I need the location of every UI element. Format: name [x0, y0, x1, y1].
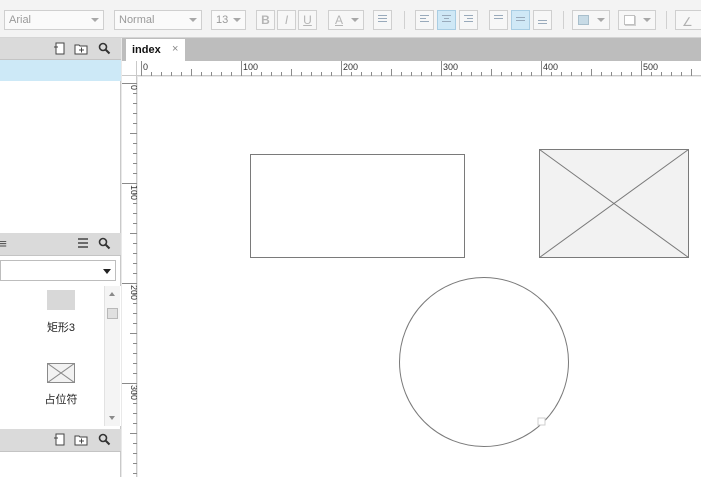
shadow-icon — [624, 15, 635, 25]
italic-button[interactable]: I — [277, 10, 296, 30]
align-middle-icon — [516, 17, 525, 26]
chevron-down-icon — [233, 18, 241, 22]
align-left-icon — [420, 15, 429, 24]
rectangle-thumbnail-icon — [47, 290, 75, 310]
bullet-list-button[interactable] — [373, 10, 392, 30]
align-bottom-icon — [538, 20, 547, 29]
search-icon[interactable] — [97, 42, 111, 56]
style-toolbar: Arial Normal 13 B I U A ∠ — [0, 0, 701, 38]
library-item-rectangle[interactable]: 矩形3 — [36, 290, 86, 335]
ruler-corner — [122, 61, 137, 76]
font-size-select[interactable]: 13 — [211, 10, 246, 30]
placeholder-thumbnail-icon — [47, 363, 75, 383]
chevron-down-icon — [643, 18, 651, 22]
scroll-thumb[interactable] — [107, 308, 118, 319]
tab-label: index — [132, 44, 161, 56]
search-icon[interactable] — [97, 237, 111, 251]
vertical-ruler[interactable]: 0 100 200 300 — [122, 76, 139, 477]
text-color-label: A — [335, 13, 344, 27]
add-page-icon[interactable] — [52, 433, 66, 447]
text-color-button[interactable]: A — [328, 10, 364, 30]
underline-button[interactable]: U — [298, 10, 317, 30]
ruler-label: 100 — [243, 62, 258, 72]
ruler-label: 200 — [129, 285, 137, 300]
ruler-label: 300 — [443, 62, 458, 72]
align-bottom-button[interactable] — [533, 10, 552, 30]
ruler-label: 100 — [129, 185, 137, 200]
left-sidebar: ≡ 矩形3 占位符 — [0, 38, 121, 477]
align-center-button[interactable] — [437, 10, 456, 30]
toolbar-divider — [666, 11, 667, 29]
axure-editor-window: Arial Normal 13 B I U A ∠ ≡ 矩形3 占位符 inde… — [0, 0, 701, 477]
design-canvas[interactable] — [138, 77, 701, 477]
scroll-down-icon[interactable] — [109, 416, 115, 420]
toolbar-divider — [404, 11, 405, 29]
align-top-icon — [494, 15, 503, 24]
menu-icon[interactable]: ≡ — [0, 237, 10, 251]
ruler-label: 400 — [543, 62, 558, 72]
library-item-placeholder[interactable]: 占位符 — [36, 363, 86, 407]
pages-panel-header — [0, 38, 121, 60]
tab-index[interactable]: index × — [125, 38, 186, 61]
canvas-shapes — [250, 149, 689, 447]
add-folder-icon[interactable] — [74, 433, 88, 447]
scroll-up-icon[interactable] — [109, 292, 115, 296]
toolbar-divider — [563, 11, 564, 29]
list-icon — [378, 15, 387, 24]
library-item-label: 矩形3 — [46, 322, 76, 334]
page-tab-bar: index × — [122, 38, 701, 61]
chevron-down-icon — [351, 18, 359, 22]
placeholder-widget[interactable] — [539, 149, 689, 258]
font-style-value: Normal — [119, 14, 155, 26]
outline-panel-header — [0, 429, 121, 452]
widget-library-list: 矩形3 占位符 — [0, 286, 121, 426]
pencil-icon: ∠ — [682, 15, 693, 29]
add-folder-icon[interactable] — [74, 42, 88, 56]
vertical-ruler-ticks: 0 100 200 300 — [122, 83, 139, 474]
close-icon[interactable]: × — [172, 43, 178, 55]
line-color-button[interactable]: ∠ — [675, 10, 701, 30]
shadow-button[interactable] — [618, 10, 656, 30]
horizontal-ruler-ticks: 0 100 200 300 400 500 — [141, 61, 692, 76]
align-center-icon — [442, 15, 451, 24]
ruler-label: 200 — [343, 62, 358, 72]
font-style-select[interactable]: Normal — [114, 10, 202, 30]
selected-page-row[interactable] — [0, 60, 121, 81]
add-page-icon[interactable] — [52, 42, 66, 56]
chevron-down-icon — [597, 18, 605, 22]
library-select[interactable] — [0, 260, 116, 281]
library-item-label: 占位符 — [44, 394, 78, 406]
ruler-label: 0 — [143, 62, 148, 72]
fill-color-button[interactable] — [572, 10, 610, 30]
rectangle-widget[interactable] — [250, 154, 465, 258]
library-scrollbar[interactable] — [104, 286, 120, 426]
chevron-down-icon — [103, 269, 111, 274]
align-top-button[interactable] — [489, 10, 508, 30]
libraries-panel-header: ≡ — [0, 233, 121, 256]
align-right-button[interactable] — [459, 10, 478, 30]
fill-color-icon — [578, 15, 589, 25]
resize-handle[interactable] — [537, 417, 546, 426]
align-left-button[interactable] — [415, 10, 434, 30]
ruler-label: 500 — [643, 62, 658, 72]
menu-icon[interactable] — [76, 237, 90, 251]
ruler-label: 300 — [129, 385, 137, 400]
horizontal-ruler[interactable]: 0 100 200 300 400 500 — [137, 61, 701, 76]
search-icon[interactable] — [97, 433, 111, 447]
font-size-value: 13 — [216, 14, 229, 26]
ruler-label: 0 — [129, 85, 137, 90]
align-right-icon — [464, 15, 473, 24]
bold-button[interactable]: B — [256, 10, 275, 30]
font-family-select[interactable]: Arial — [4, 10, 104, 30]
chevron-down-icon — [189, 18, 197, 22]
chevron-down-icon — [91, 18, 99, 22]
font-family-value: Arial — [9, 14, 32, 26]
align-middle-button[interactable] — [511, 10, 530, 30]
